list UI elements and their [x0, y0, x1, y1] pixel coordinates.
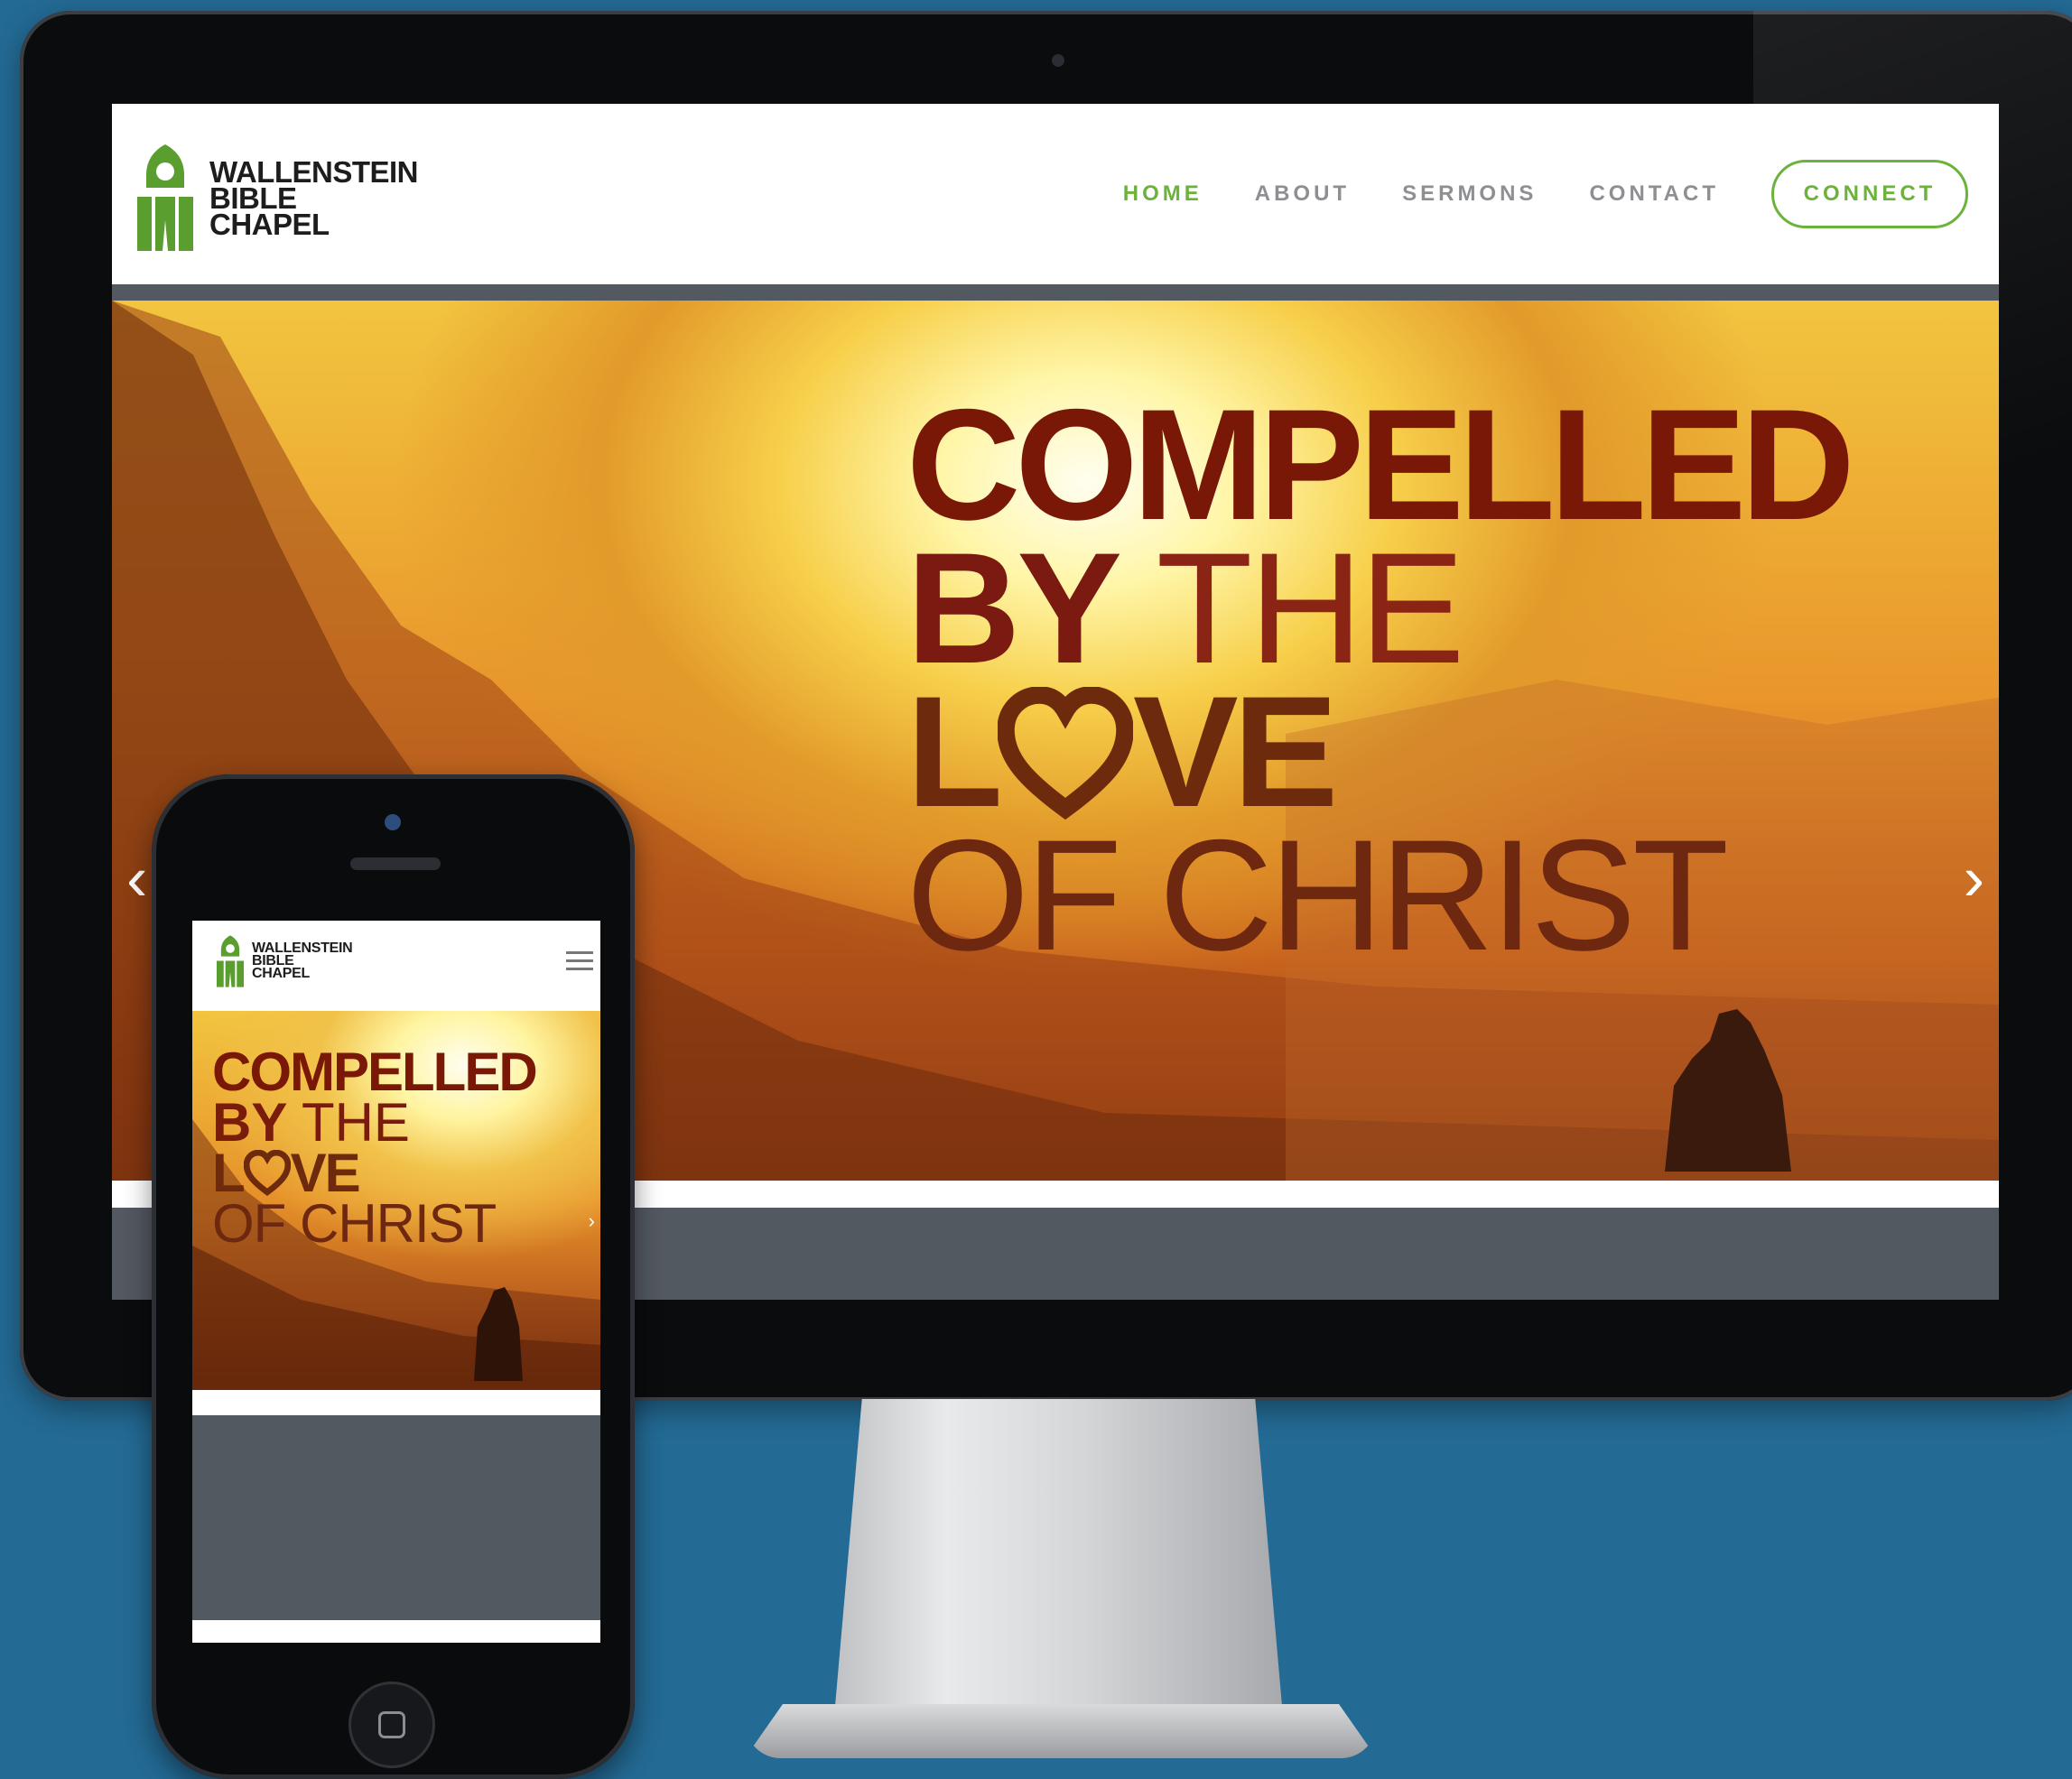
site-header: WALLENSTEIN BIBLE CHAPEL HOME ABOUT SERM… — [112, 104, 1999, 284]
phone-hero-line-1: COMPELLED — [212, 1042, 538, 1102]
connect-button[interactable]: CONNECT — [1771, 160, 1968, 228]
heart-icon — [243, 1150, 291, 1196]
phone-slider-next-arrow[interactable]: › — [589, 1209, 595, 1233]
hero-line-4: OF CHRIST — [906, 808, 1729, 984]
nav-contact[interactable]: CONTACT — [1589, 181, 1719, 207]
phone-hero-line-3: L VE — [212, 1146, 536, 1200]
hero-line-2: BY THE — [906, 530, 1850, 688]
slider-prev-arrow[interactable]: ‹ — [126, 842, 147, 914]
heart-icon — [997, 687, 1133, 820]
logo-line: CHAPEL — [252, 966, 310, 981]
phone-hero-bottom-strip — [192, 1390, 600, 1415]
home-button-square — [378, 1711, 405, 1738]
phone-hero-slider: COMPELLED BY THE L VE OF CHRIST › — [192, 1011, 600, 1390]
hamburger-menu-icon[interactable] — [566, 951, 593, 973]
main-nav: HOME ABOUT SERMONS CONTACT CONNECT — [1123, 104, 1999, 284]
monitor-camera — [1052, 54, 1064, 67]
phone-camera — [385, 814, 401, 830]
church-logo-icon — [137, 144, 193, 251]
phone-hero-line-2: BY THE — [212, 1096, 536, 1150]
nav-sermons[interactable]: SERMONS — [1402, 181, 1537, 207]
phone-hero-headline: COMPELLED BY THE L VE OF CHRIST — [212, 1042, 538, 1254]
phone-site-header: WALLENSTEIN BIBLE CHAPEL — [192, 921, 600, 1011]
monitor-stand-neck — [835, 1399, 1282, 1706]
phone-logo-wordmark: WALLENSTEIN BIBLE CHAPEL — [252, 941, 353, 981]
home-button-icon[interactable] — [348, 1682, 435, 1768]
phone-footer-strip — [192, 1620, 600, 1643]
nav-about[interactable]: ABOUT — [1255, 181, 1350, 207]
slider-next-arrow[interactable]: › — [1964, 842, 1984, 914]
nav-home[interactable]: HOME — [1123, 181, 1203, 207]
mobile-phone: WALLENSTEIN BIBLE CHAPEL COMPELLED BY TH… — [152, 774, 635, 1779]
monitor-stand-base — [745, 1704, 1377, 1758]
site-logo[interactable]: WALLENSTEIN BIBLE CHAPEL — [135, 144, 419, 251]
phone-site-logo[interactable]: WALLENSTEIN BIBLE CHAPEL — [216, 935, 353, 987]
phone-screen: WALLENSTEIN BIBLE CHAPEL COMPELLED BY TH… — [192, 921, 600, 1643]
church-logo-icon — [216, 935, 245, 987]
logo-wordmark: WALLENSTEIN BIBLE CHAPEL — [209, 157, 419, 241]
logo-line: CHAPEL — [209, 207, 330, 241]
phone-hero-line-4: OF CHRIST — [212, 1193, 497, 1254]
phone-speaker — [350, 857, 441, 870]
hero-headline: COMPELLED BY THE L VE OF CHRIST — [906, 386, 1855, 984]
